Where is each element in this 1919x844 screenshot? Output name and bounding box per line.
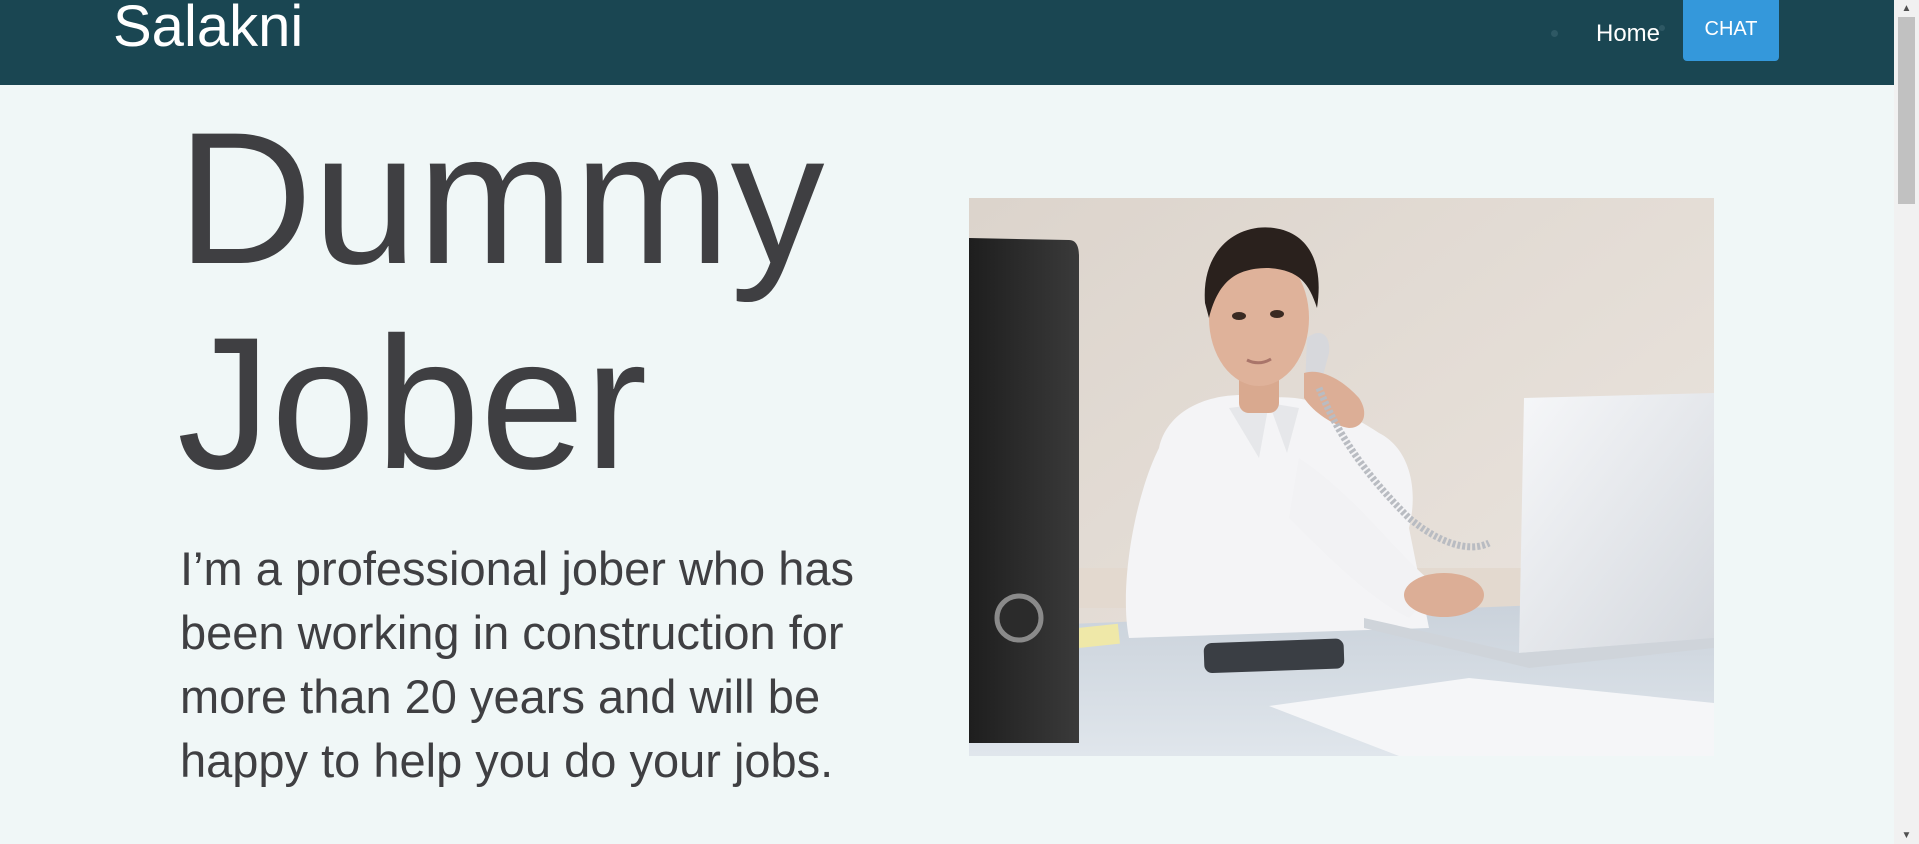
arrow-up-icon[interactable]: ▲ bbox=[1894, 0, 1919, 17]
hero-description-line: been working in construction for bbox=[180, 606, 844, 659]
hero-title-line: Jober bbox=[177, 298, 648, 508]
chat-button[interactable]: CHAT bbox=[1683, 0, 1779, 61]
office-scene-illustration bbox=[969, 198, 1714, 756]
scrollbar-thumb[interactable] bbox=[1898, 17, 1915, 204]
hero-photo bbox=[969, 198, 1714, 756]
navbar: Salakni Home CHAT bbox=[0, 0, 1894, 85]
hero-description: I’m a professional jober who has been wo… bbox=[180, 537, 920, 793]
nav-separator-dot bbox=[1551, 30, 1558, 37]
page: Salakni Home CHAT Dummy Jober I’m a prof… bbox=[0, 0, 1919, 844]
brand-logo[interactable]: Salakni bbox=[113, 0, 303, 62]
hero-description-line: happy to help you do your jobs. bbox=[180, 734, 834, 787]
hero-title-line: Dummy bbox=[177, 93, 825, 303]
hero-description-line: I’m a professional jober who has bbox=[180, 542, 855, 595]
nav-home-link[interactable]: Home bbox=[1596, 19, 1660, 49]
hero-title: Dummy Jober bbox=[177, 96, 937, 506]
scrollbar[interactable]: ▲ ▼ bbox=[1894, 0, 1919, 844]
hero-description-line: more than 20 years and will be bbox=[180, 670, 821, 723]
arrow-down-icon[interactable]: ▼ bbox=[1894, 827, 1919, 844]
